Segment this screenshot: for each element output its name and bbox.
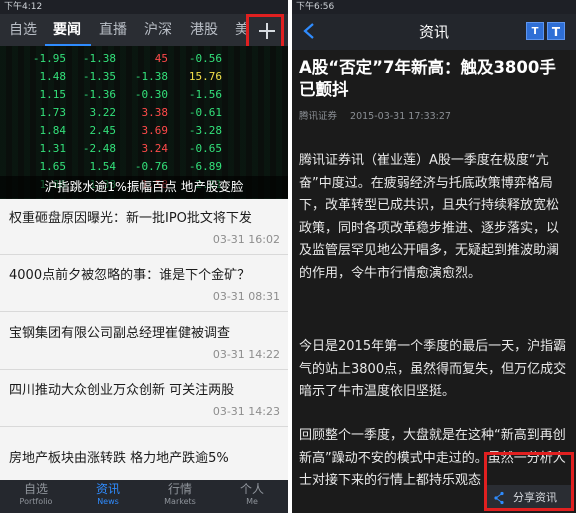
news-time: 03-31 16:02 [212, 233, 280, 246]
ticker-value: 1.54 [89, 160, 117, 173]
ticker-value: 3.69 [141, 124, 169, 137]
ticker-value: 1.65 [39, 160, 67, 173]
status-bar: 下午6:56 [292, 0, 576, 14]
tab-hk-stocks[interactable]: 港股 [190, 14, 218, 46]
ticker-value: -1.35 [82, 70, 116, 83]
news-title: 四川推动大众创业万众创新 可关注两股 [9, 383, 235, 398]
article-title: A股“否定”7年新高：触及3800手已颤抖 [299, 58, 556, 99]
plus-icon[interactable] [259, 23, 275, 39]
bottom-nav: 自选 Portfolio 资讯 News 行情 Markets 个人 Me [0, 480, 288, 513]
left-screen: 下午4:12 自选 要闻 直播 沪深 港股 美 -1.95 1.48 1.15 1.7… [0, 0, 288, 513]
article-meta: 腾讯证券 2015-03-31 17:33:27 [299, 108, 461, 122]
article-datetime: 2015-03-31 17:33:27 [350, 111, 451, 122]
ticker-value: 1.84 [39, 124, 67, 137]
hero-caption: 沪指跳水逾1%振幅百点 地产股变脸 [0, 176, 288, 198]
nav-sublabel: Markets [164, 497, 196, 506]
ticker-value: 3.22 [89, 106, 117, 119]
share-highlight [484, 452, 574, 511]
nav-portfolio[interactable]: 自选 Portfolio [0, 480, 72, 513]
nav-sublabel: Portfolio [19, 497, 53, 506]
tab-shanghai-shenzhen[interactable]: 沪深 [144, 14, 172, 46]
ticker-column: -0.5615.76-1.56-0.61-3.28-0.65-6.892.81 [180, 50, 222, 194]
ticker-value: -1.36 [82, 88, 116, 101]
list-item[interactable]: 四川推动大众创业万众创新 可关注两股 03-31 14:23 [0, 371, 288, 427]
right-screen: 下午6:56 资讯 T T A股“否定”7年新高：触及3800手已颤抖 腾讯证券… [292, 0, 576, 513]
font-small-button[interactable]: T [526, 22, 544, 40]
tab-headlines[interactable]: 要闻 [53, 14, 81, 46]
news-time: 03-31 08:31 [212, 290, 280, 303]
ticker-value: 1.15 [39, 88, 67, 101]
ticker-value: 1.48 [39, 70, 67, 83]
status-bar: 下午4:12 [0, 0, 288, 14]
ticker-value: -3.28 [188, 124, 222, 137]
ticker-value: -2.48 [82, 142, 116, 155]
ticker-value: -1.38 [134, 70, 168, 83]
news-title: 宝钢集团有限公司副总经理崔健被调查 [9, 326, 231, 341]
ticker-value: 3.38 [141, 106, 169, 119]
back-arrow-icon[interactable] [302, 22, 316, 40]
nav-sublabel: Me [246, 497, 258, 506]
nav-markets[interactable]: 行情 Markets [144, 480, 216, 513]
ticker-value: -0.30 [134, 88, 168, 101]
ticker-value: 1.73 [39, 106, 67, 119]
ticker-value: -1.95 [32, 52, 66, 65]
list-item[interactable]: 宝钢集团有限公司副总经理崔健被调查 03-31 14:22 [0, 314, 288, 370]
list-item[interactable]: 房地产板块由涨转跌 格力地产跌逾5% [0, 429, 288, 480]
nav-news[interactable]: 资讯 News [72, 480, 144, 513]
ticker-value: -6.89 [188, 160, 222, 173]
news-title: 权重砸盘原因曝光：新一批IPO批文将下发 [9, 211, 252, 226]
tab-watchlist[interactable]: 自选 [9, 14, 37, 46]
status-time: 下午6:56 [296, 2, 335, 12]
news-time: 03-31 14:22 [212, 348, 280, 361]
news-title: 房地产板块由涨转跌 格力地产跌逾5% [9, 451, 229, 466]
ticker-value: -0.76 [134, 160, 168, 173]
ticker-value: 3.24 [141, 142, 169, 155]
news-title: 4000点前夕被忽略的事：谁是下个金矿？ [9, 268, 251, 283]
ticker-value: 2.45 [89, 124, 117, 137]
status-time: 下午4:12 [4, 2, 43, 12]
ticker-value: -1.56 [188, 88, 222, 101]
nav-label: 自选 [23, 482, 48, 496]
ticker-value: 15.76 [188, 70, 222, 83]
article-paragraph: 今日是2015年第一个季度的最后一天，沪指霸气的站上3800点，虽然得而复失，但… [299, 339, 567, 400]
article-source: 腾讯证券 [299, 111, 338, 122]
ticker-column: -1.951.481.151.731.841.311.651.86 [28, 50, 66, 194]
hero-banner[interactable]: -1.951.481.151.731.841.311.651.86 -1.38-… [0, 46, 288, 199]
ticker-value: -1.38 [82, 52, 116, 65]
article-paragraph: 腾讯证券讯（崔业莲）A股一季度在极度“亢奋”中度过。在疲弱经济与托底政策博弈格局… [299, 153, 560, 281]
nav-sublabel: News [97, 497, 119, 506]
list-item[interactable]: 权重砸盘原因曝光：新一批IPO批文将下发 03-31 16:02 [0, 199, 288, 255]
ticker-column: 45-1.38-0.303.383.693.24-0.761.58 [128, 50, 168, 194]
list-item[interactable]: 4000点前夕被忽略的事：谁是下个金矿？ 03-31 08:31 [0, 256, 288, 312]
nav-label: 资讯 [95, 482, 120, 496]
font-large-button[interactable]: T [547, 22, 565, 40]
nav-label: 个人 [239, 482, 264, 496]
category-tabs: 自选 要闻 直播 沪深 港股 美 [0, 14, 288, 46]
ticker-value: -0.56 [188, 52, 222, 65]
ticker-value: -0.61 [188, 106, 222, 119]
nav-label: 行情 [167, 482, 192, 496]
ticker-value: 1.31 [39, 142, 67, 155]
ticker-value: 45 [154, 52, 168, 65]
ticker-value: -0.65 [188, 142, 222, 155]
tab-live[interactable]: 直播 [99, 14, 127, 46]
nav-me[interactable]: 个人 Me [216, 480, 288, 513]
news-time: 03-31 14:23 [212, 405, 280, 418]
article-header: 资讯 T T [292, 14, 576, 50]
ticker-column: -1.38-1.35-1.363.222.45-2.481.541.38 [76, 50, 116, 194]
